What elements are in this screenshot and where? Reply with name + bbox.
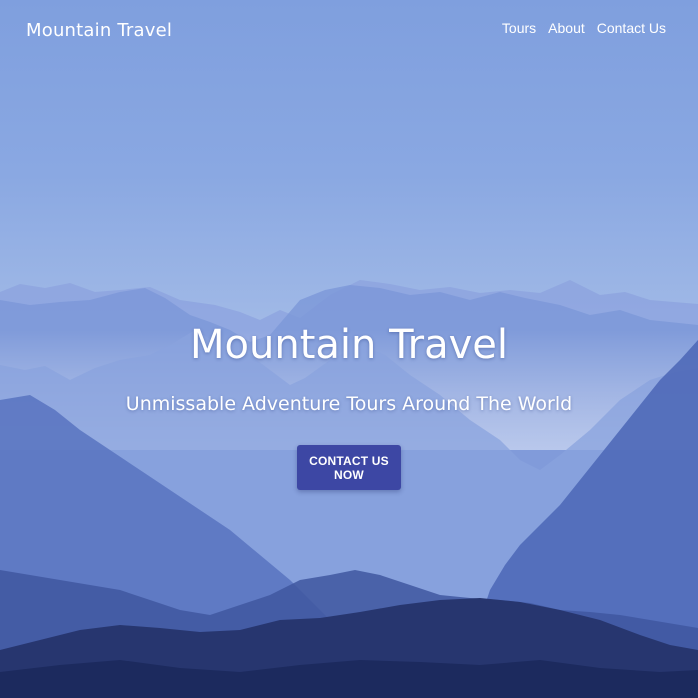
nav-link-tours[interactable]: Tours [502, 20, 536, 36]
brand-logo-link[interactable]: Mountain Travel [26, 20, 172, 41]
nav-link-about[interactable]: About [548, 20, 585, 36]
nav-links: Tours About Contact Us [502, 20, 666, 36]
hero-title: Mountain Travel [190, 322, 508, 368]
hero-subtitle: Unmissable Adventure Tours Around The Wo… [125, 393, 573, 415]
nav-link-contact-us[interactable]: Contact Us [597, 20, 666, 36]
top-navbar: Mountain Travel Tours About Contact Us [0, 0, 698, 66]
hero-section: Mountain Travel Tours About Contact Us M… [0, 0, 698, 698]
contact-us-now-button[interactable]: CONTACT US NOW [297, 445, 401, 490]
